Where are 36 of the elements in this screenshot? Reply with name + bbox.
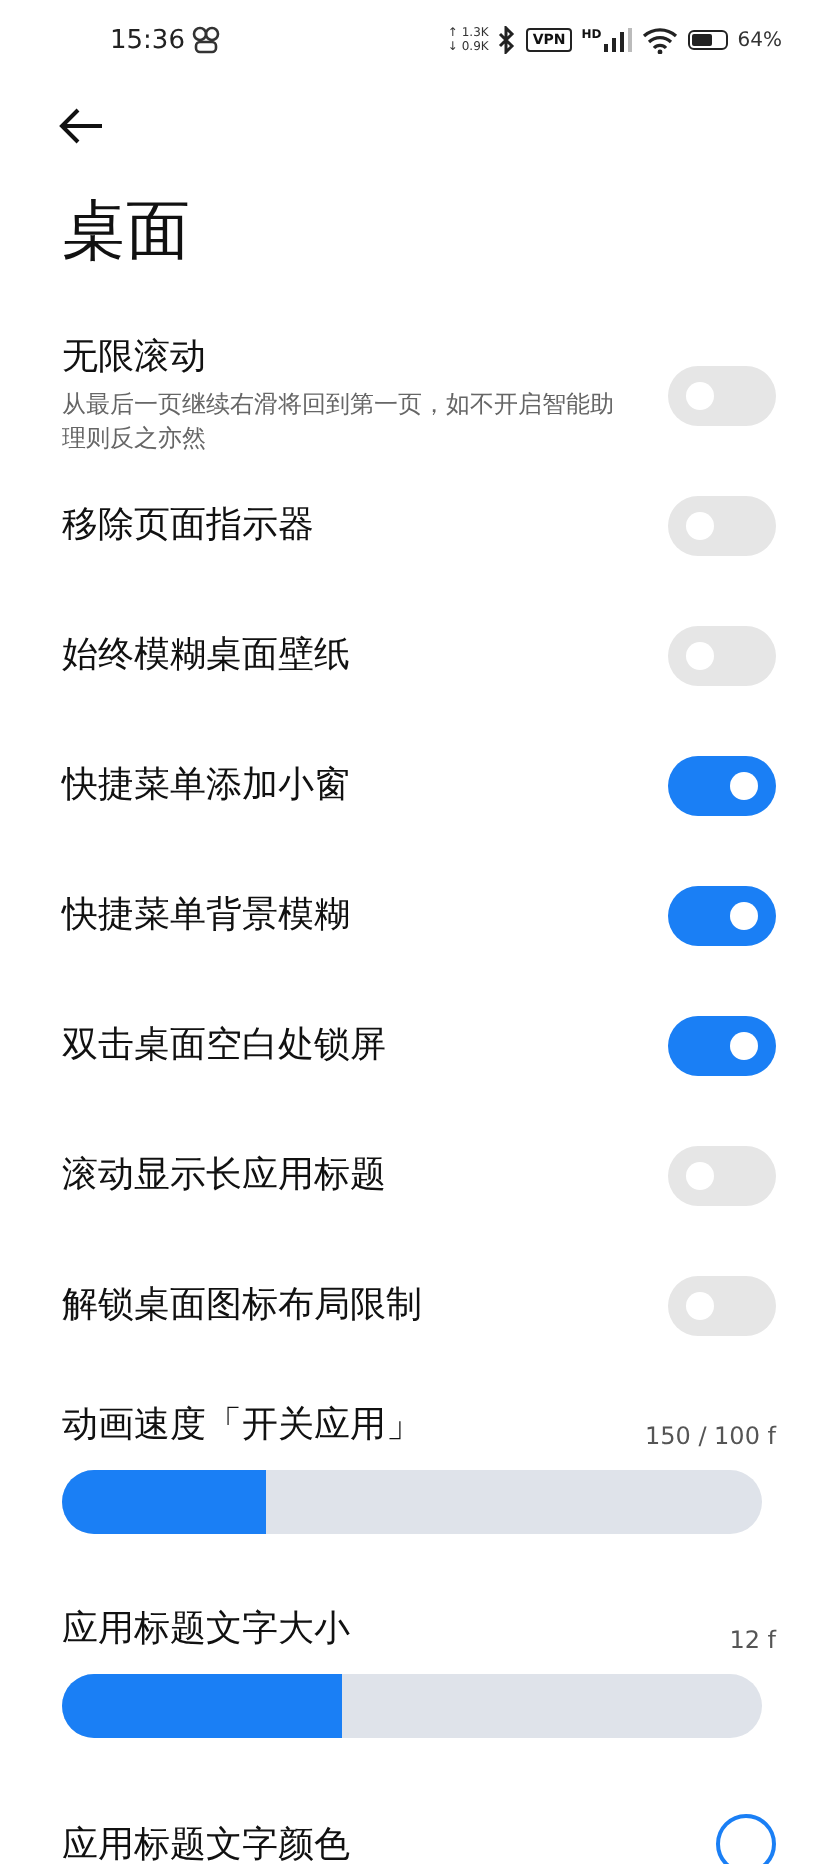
bluetooth-icon [498, 26, 517, 54]
setting-label: 快捷菜单背景模糊 [62, 891, 350, 939]
toggle-switch[interactable] [668, 1145, 776, 1205]
setting-label: 始终模糊桌面壁纸 [62, 631, 350, 679]
slider-fill[interactable] [62, 1470, 265, 1534]
battery-percent: 64% [737, 29, 782, 51]
toggle-switch[interactable] [668, 625, 776, 685]
back-button[interactable] [58, 106, 106, 146]
color-swatch[interactable] [716, 1814, 776, 1864]
notification-icon [192, 26, 221, 54]
toggle-switch[interactable] [668, 1015, 776, 1075]
setting-label: 应用标题文字颜色 [62, 1822, 350, 1864]
setting-label: 移除页面指示器 [62, 501, 314, 549]
toggle-switch[interactable] [668, 495, 776, 555]
page-title: 桌面 [62, 190, 192, 270]
slider-fill[interactable] [62, 1674, 342, 1738]
slider-track[interactable] [62, 1674, 762, 1738]
setting-label: 双击桌面空白处锁屏 [62, 1021, 386, 1069]
signal-icon [603, 28, 632, 52]
battery-icon [687, 30, 728, 50]
toggle-switch[interactable] [668, 1275, 776, 1335]
slider-track[interactable] [62, 1470, 762, 1534]
wifi-icon [641, 27, 678, 53]
setting-label: 无限滚动 [62, 334, 208, 382]
setting-label: 快捷菜单添加小窗 [62, 761, 350, 809]
toggle-switch[interactable] [668, 885, 776, 945]
setting-label: 滚动显示长应用标题 [62, 1151, 386, 1199]
slider-value: 150 / 100 f [644, 1422, 776, 1450]
slider-value: 12 f [729, 1626, 776, 1654]
toggle-switch[interactable] [668, 755, 776, 815]
setting-label: 应用标题文字大小 [62, 1606, 350, 1654]
setting-label: 动画速度「开关应用」 [62, 1402, 422, 1450]
clock-time: 15:36 [110, 25, 185, 55]
setting-label: 解锁桌面图标布局限制 [62, 1281, 422, 1329]
toggle-switch[interactable] [668, 365, 776, 425]
setting-description: 从最后一页继续右滑将回到第一页，如不开启智能助理则反之亦然 [62, 388, 616, 456]
